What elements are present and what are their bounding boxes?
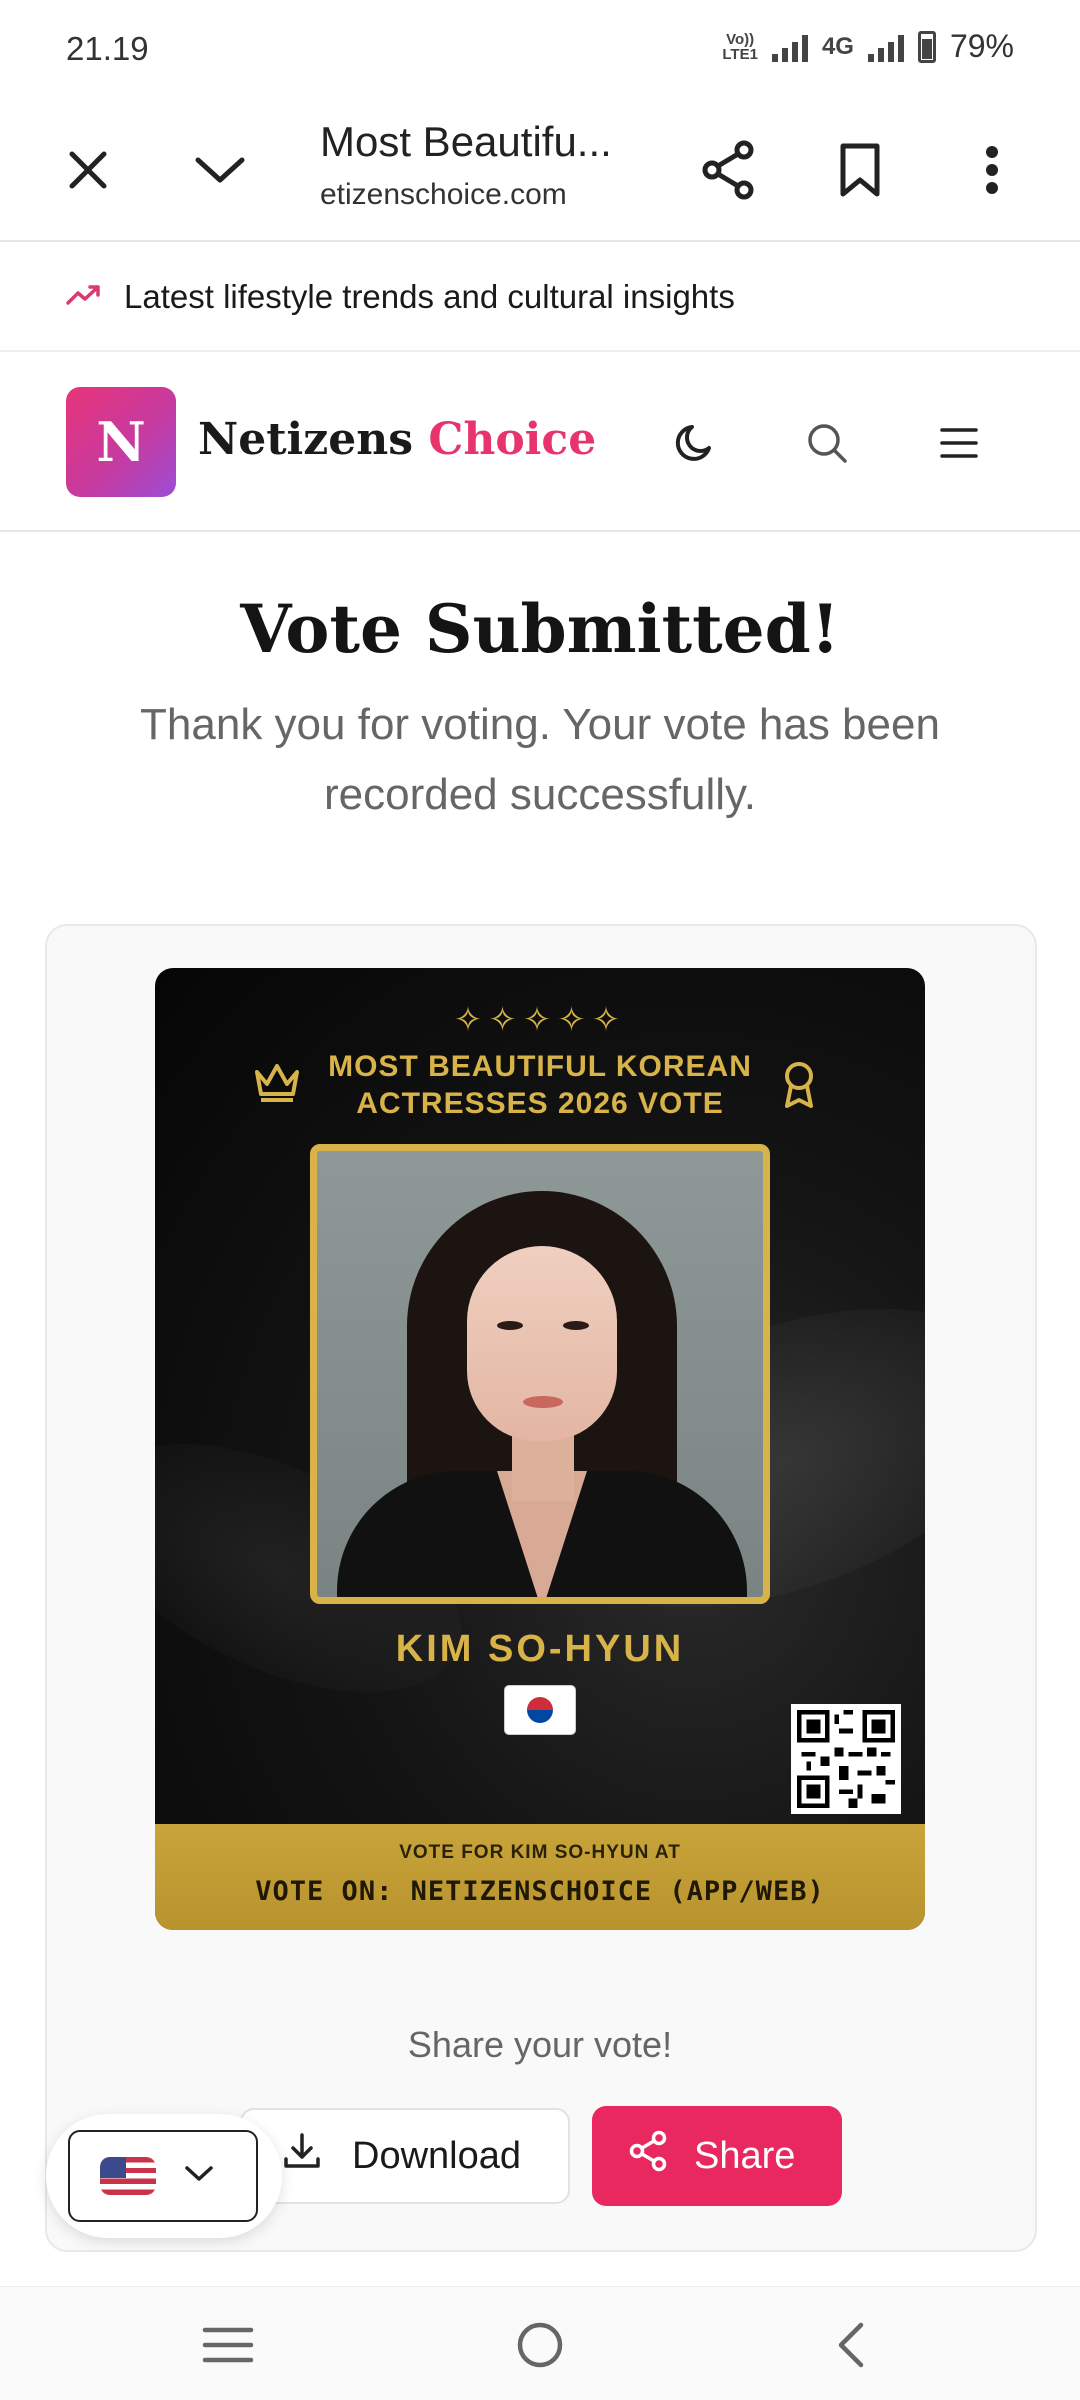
chevron-down-icon xyxy=(184,2164,214,2189)
page-title: Vote Submitted! xyxy=(240,590,840,668)
close-icon[interactable] xyxy=(48,130,128,210)
nominee-name: KIM SO-HYUN xyxy=(395,1628,685,1670)
share-icon[interactable] xyxy=(688,130,768,210)
poster-footer-main: VOTE ON: NETIZENSCHOICE (APP/WEB) xyxy=(255,1876,825,1907)
signal-icon xyxy=(771,32,808,62)
download-button[interactable]: Download xyxy=(240,2108,570,2204)
system-nav-bar xyxy=(0,2286,1080,2400)
recent-apps-icon[interactable] xyxy=(198,2315,258,2375)
banner-text: Latest lifestyle trends and cultural ins… xyxy=(124,278,735,315)
actress-photo xyxy=(310,1144,770,1604)
home-icon[interactable] xyxy=(510,2315,570,2375)
us-flag-icon xyxy=(100,2157,156,2195)
vote-poster: ✧✧✧✧✧ MOST BEAUTIFUL KOREAN ACTRESSES 20… xyxy=(155,968,925,1930)
search-icon[interactable] xyxy=(792,408,862,478)
status-icons: Vo)) LTE1 4G 79% xyxy=(722,28,1014,65)
bookmark-icon[interactable] xyxy=(820,130,900,210)
battery-percent: 79% xyxy=(949,28,1014,64)
download-label: Download xyxy=(352,2134,521,2177)
language-selector[interactable] xyxy=(68,2130,258,2222)
share-button-label: Share xyxy=(694,2134,796,2177)
site-header: N Netizens Choice xyxy=(0,354,1080,532)
signal-2-icon xyxy=(867,32,904,62)
korea-flag-icon xyxy=(505,1686,575,1734)
battery-icon xyxy=(917,30,936,63)
confirmation-message: Thank you for voting. Your vote has been… xyxy=(140,700,940,819)
dark-mode-icon[interactable] xyxy=(660,408,730,478)
volte-icon: Vo)) LTE1 xyxy=(722,30,758,63)
language-selector-wrap xyxy=(46,2114,282,2238)
trending-up-icon xyxy=(66,283,102,312)
sparkles-icon: ✧✧✧✧✧ xyxy=(453,1001,627,1039)
trending-banner[interactable]: Latest lifestyle trends and cultural ins… xyxy=(0,244,1080,352)
hamburger-menu-icon[interactable] xyxy=(924,408,994,478)
browser-toolbar: Most Beautifu... etizenschoice.com xyxy=(0,100,1080,242)
url-text[interactable]: etizenschoice.com xyxy=(320,178,567,212)
chevron-down-icon[interactable] xyxy=(180,130,260,210)
crown-icon xyxy=(253,1060,301,1109)
share-button[interactable]: Share xyxy=(592,2106,842,2206)
award-icon xyxy=(781,1060,817,1115)
site-logo[interactable]: N xyxy=(66,387,176,497)
status-bar: 21.19 Vo)) LTE1 4G 79% xyxy=(0,0,1080,100)
poster-title: MOST BEAUTIFUL KOREAN ACTRESSES 2026 VOT… xyxy=(328,1050,752,1120)
poster-footer: VOTE FOR KIM SO-HYUN AT VOTE ON: NETIZEN… xyxy=(155,1824,925,1930)
network-type: 4G xyxy=(821,32,854,60)
download-icon xyxy=(282,2131,322,2181)
share-button-icon xyxy=(628,2130,668,2182)
status-time: 21.19 xyxy=(66,30,149,67)
poster-footer-small: VOTE FOR KIM SO-HYUN AT xyxy=(399,1842,681,1863)
qr-code xyxy=(791,1704,901,1814)
site-brand[interactable]: Netizens Choice xyxy=(198,414,596,465)
more-menu-icon[interactable] xyxy=(952,130,1032,210)
back-icon[interactable] xyxy=(820,2315,880,2375)
share-heading: Share your vote! xyxy=(407,2024,673,2065)
page-tab-title: Most Beautifu... xyxy=(320,118,612,165)
